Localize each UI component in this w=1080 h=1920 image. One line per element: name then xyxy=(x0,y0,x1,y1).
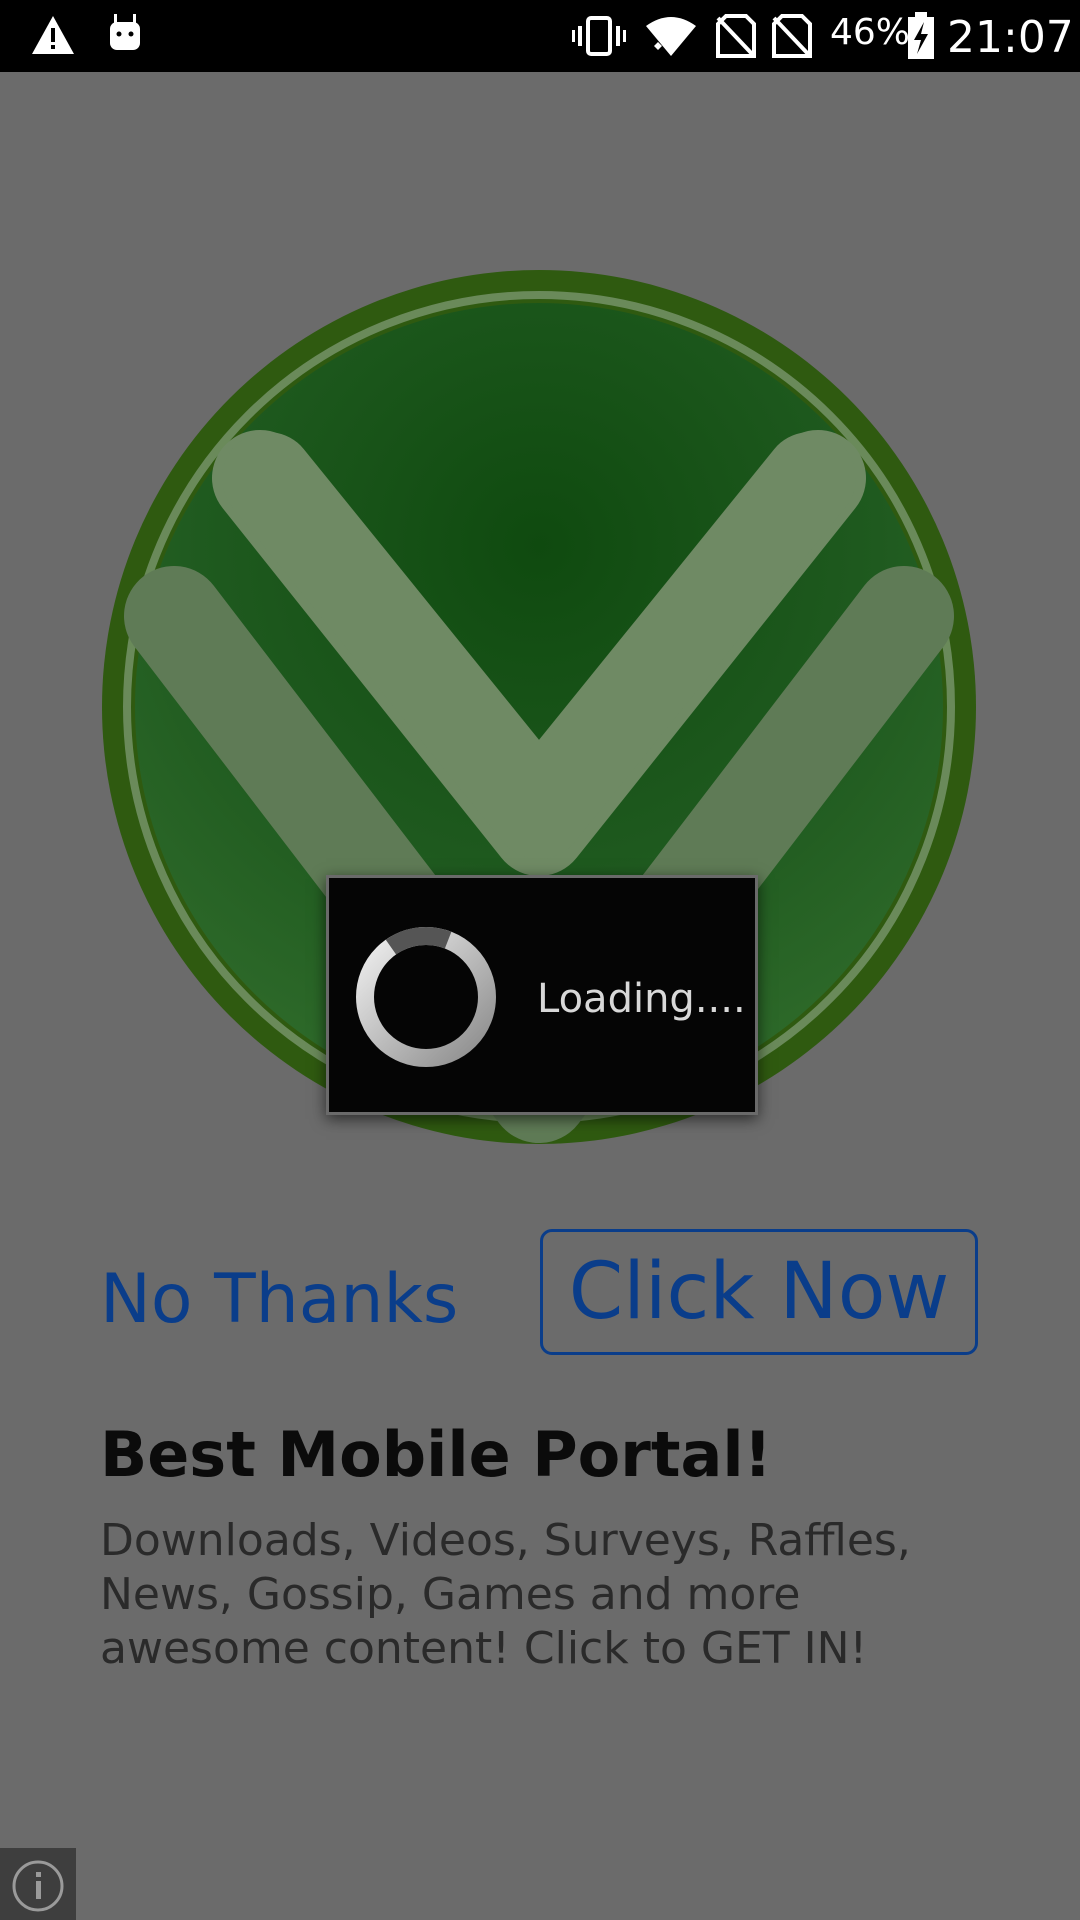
headline: Best Mobile Portal! xyxy=(100,1418,772,1491)
info-icon xyxy=(12,1860,64,1912)
ad-screen: 46% 21:07 Loading.... No Thanks Click No… xyxy=(0,0,1080,1920)
wifi-icon xyxy=(646,17,696,56)
no-sim-icon xyxy=(772,14,812,58)
vibrate-icon xyxy=(572,16,626,56)
battery-percent: 46% xyxy=(830,12,911,53)
clock: 21:07 xyxy=(947,12,1074,63)
loading-label: Loading.... xyxy=(537,976,746,1022)
battery-charging-icon xyxy=(908,12,934,59)
no-thanks-button[interactable]: No Thanks xyxy=(100,1260,458,1339)
warning-icon xyxy=(32,16,74,54)
loading-spinner-icon xyxy=(356,927,496,1067)
description: Downloads, Videos, Surveys, Raffles, New… xyxy=(100,1515,911,1674)
status-bar: 46% 21:07 xyxy=(0,0,1080,72)
android-debug-icon xyxy=(110,14,140,50)
info-button[interactable] xyxy=(0,1848,76,1920)
loading-dialog: Loading.... xyxy=(326,875,758,1115)
click-now-button[interactable]: Click Now xyxy=(540,1229,978,1355)
no-sim-icon xyxy=(716,14,756,58)
